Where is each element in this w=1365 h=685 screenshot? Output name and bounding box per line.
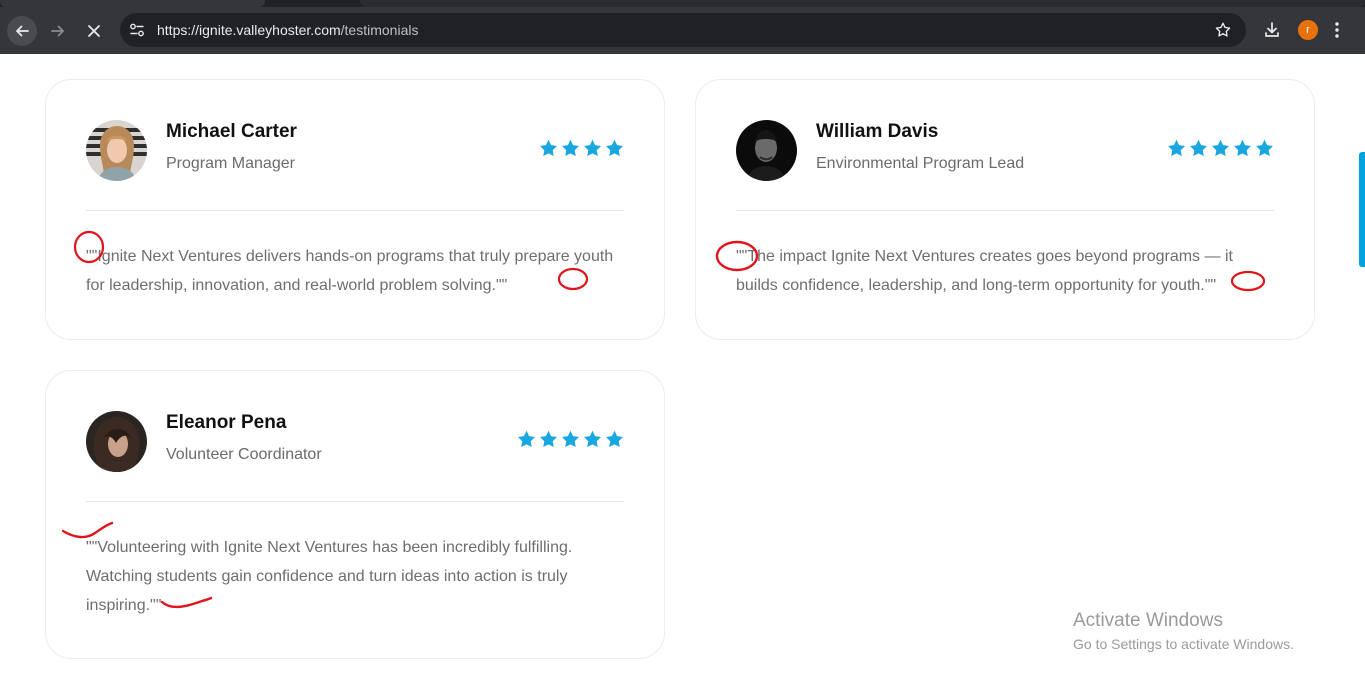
person-role: Program Manager (166, 155, 295, 172)
url-text[interactable]: https://ignite.valleyhoster.com/testimon… (157, 22, 418, 38)
watermark-subtitle: Go to Settings to activate Windows. (1073, 636, 1294, 652)
scrollbar-thumb[interactable] (1359, 152, 1365, 267)
tab-inactive[interactable] (360, 0, 1365, 7)
divider (736, 210, 1274, 211)
star-icon (562, 430, 579, 448)
star-icon (1234, 139, 1251, 157)
person-name: William Davis (816, 121, 939, 142)
download-icon[interactable] (1262, 20, 1282, 40)
star-rating (1167, 139, 1274, 157)
forward-button[interactable] (43, 16, 73, 46)
testimonial-quote: ""Volunteering with Ignite Next Ventures… (86, 539, 573, 614)
avatar (86, 411, 147, 472)
site-settings-icon[interactable] (129, 22, 145, 38)
url-path: /testimonials (340, 22, 419, 38)
person-name: Michael Carter (166, 121, 297, 142)
star-icon (1212, 139, 1229, 157)
kebab-menu-icon[interactable] (1331, 20, 1343, 40)
star-icon (518, 430, 535, 448)
arrow-right-icon (51, 25, 64, 37)
divider (86, 210, 624, 211)
stop-loading-button[interactable] (79, 16, 109, 46)
arrow-left-icon (16, 25, 29, 37)
star-icon (1190, 139, 1207, 157)
testimonial-quote: ""Ignite Next Ventures delivers hands-on… (86, 248, 614, 294)
star-icon (1168, 139, 1185, 157)
star-icon (606, 139, 623, 157)
divider (86, 501, 624, 502)
star-icon (562, 139, 579, 157)
close-icon (88, 25, 100, 37)
avatar-photo (86, 120, 147, 181)
testimonials-page: Michael Carter Program Manager ""Ignite … (0, 54, 1365, 685)
star-rating (539, 139, 624, 157)
person-role: Volunteer Coordinator (166, 446, 322, 463)
browser-toolbar: https://ignite.valleyhoster.com/testimon… (0, 0, 1365, 54)
testimonial-card: Eleanor Pena Volunteer Coordinator ""Vol… (45, 370, 665, 659)
star-icon (584, 139, 601, 157)
person-name: Eleanor Pena (166, 412, 287, 433)
testimonial-quote: ""The impact Ignite Next Ventures create… (736, 248, 1233, 294)
watermark-title: Activate Windows (1073, 610, 1223, 631)
star-icon (540, 139, 557, 157)
tab-active[interactable] (0, 0, 265, 7)
avatar (736, 120, 797, 181)
testimonial-card: Michael Carter Program Manager ""Ignite … (45, 79, 665, 340)
star-icon (584, 430, 601, 448)
star-icon (540, 430, 557, 448)
address-bar[interactable]: https://ignite.valleyhoster.com/testimon… (120, 13, 1246, 47)
person-role: Environmental Program Lead (816, 155, 1025, 172)
url-host: https://ignite.valleyhoster.com (157, 22, 341, 38)
star-icon (1256, 139, 1273, 157)
star-rating (517, 430, 624, 448)
testimonial-card: William Davis Environmental Program Lead… (695, 79, 1315, 340)
bookmark-star-icon[interactable] (1214, 21, 1232, 39)
windows-activation-watermark: Activate Windows Go to Settings to activ… (1073, 610, 1294, 652)
avatar-photo (86, 411, 147, 472)
back-button[interactable] (7, 16, 37, 46)
star-icon (606, 430, 623, 448)
profile-avatar[interactable]: r (1298, 20, 1318, 40)
avatar (86, 120, 147, 181)
avatar-photo (736, 120, 797, 181)
tab-strip (0, 0, 1365, 7)
